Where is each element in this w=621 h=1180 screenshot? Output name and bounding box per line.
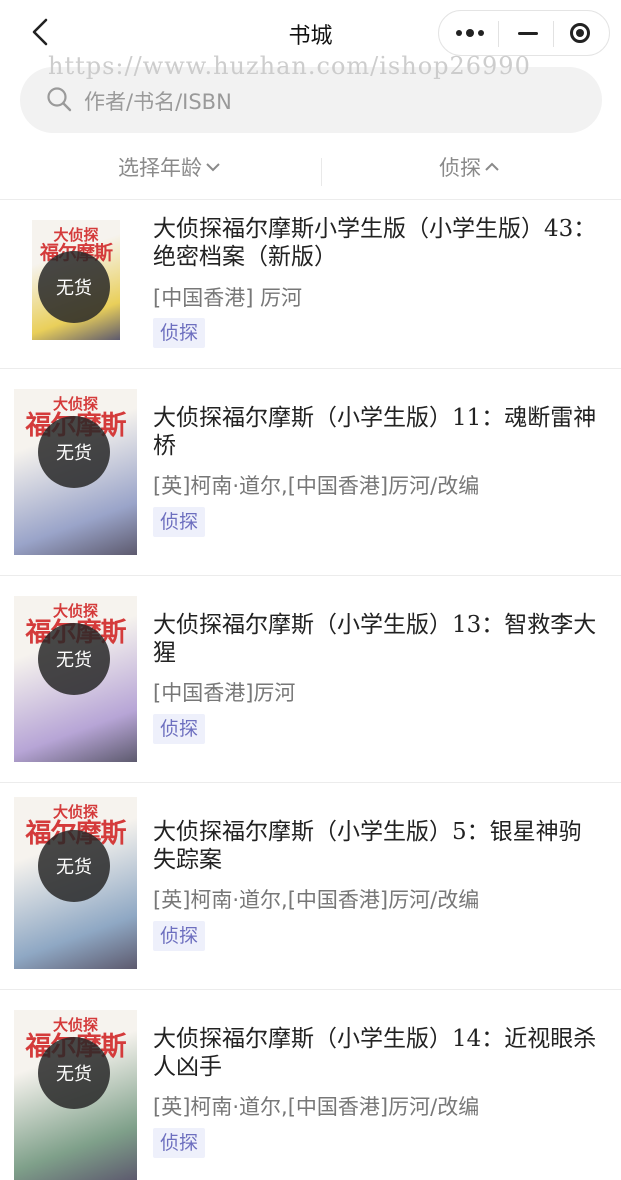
category-tag: 侦探 bbox=[153, 714, 206, 744]
book-author: [中国香港] 厉河 bbox=[153, 286, 303, 310]
book-author: [英]柯南·道尔,[中国香港]厉河/改编 bbox=[153, 1095, 480, 1119]
category-tag: 侦探 bbox=[153, 507, 206, 537]
book-title: 大侦探福尔摩斯（小学生版）13：智救李大猩 bbox=[153, 612, 597, 666]
more-button[interactable] bbox=[441, 11, 499, 55]
book-item[interactable]: 大侦探 福尔摩斯 无货 大侦探福尔摩斯（小学生版）11：魂断雷神桥 [英]柯南·… bbox=[0, 369, 621, 576]
out-of-stock-badge: 无货 bbox=[38, 251, 110, 323]
close-button[interactable] bbox=[551, 11, 609, 55]
minimize-button[interactable] bbox=[499, 11, 557, 55]
chevron-down-icon bbox=[206, 163, 220, 172]
nav-bar: 书城 bbox=[0, 0, 621, 66]
category-filter-dropdown[interactable]: 侦探 bbox=[439, 152, 501, 182]
filter-bar: 选择年龄 侦探 bbox=[0, 140, 621, 200]
book-author: [英]柯南·道尔,[中国香港]厉河/改编 bbox=[153, 474, 480, 498]
mini-program-capsule bbox=[438, 10, 610, 56]
target-close-icon bbox=[570, 23, 590, 43]
book-item[interactable]: 大侦探 福尔摩斯 无货 大侦探福尔摩斯（小学生版）14：近视眼杀人凶手 [英]柯… bbox=[0, 990, 621, 1180]
book-item[interactable]: 大侦探 福尔摩斯 无货 大侦探福尔摩斯小学生版（小学生版）43：绝密档案（新版）… bbox=[0, 200, 621, 369]
out-of-stock-badge: 无货 bbox=[38, 416, 110, 488]
category-tag: 侦探 bbox=[153, 1128, 206, 1158]
minus-icon bbox=[518, 31, 538, 35]
book-title: 大侦探福尔摩斯（小学生版）5：银星神驹失踪案 bbox=[153, 819, 582, 873]
book-item[interactable]: 大侦探 福尔摩斯 无货 大侦探福尔摩斯（小学生版）5：银星神驹失踪案 [英]柯南… bbox=[0, 783, 621, 990]
category-tag: 侦探 bbox=[153, 318, 206, 348]
book-title: 大侦探福尔摩斯（小学生版）11：魂断雷神桥 bbox=[153, 405, 597, 459]
more-dots-icon bbox=[456, 29, 484, 37]
book-author: [中国香港]厉河 bbox=[153, 681, 296, 705]
search-input[interactable]: 作者/书名/ISBN bbox=[20, 67, 602, 133]
chevron-up-icon bbox=[485, 162, 499, 171]
out-of-stock-badge: 无货 bbox=[38, 623, 110, 695]
category-filter-label: 侦探 bbox=[439, 156, 481, 180]
out-of-stock-badge: 无货 bbox=[38, 830, 110, 902]
category-tag: 侦探 bbox=[153, 921, 206, 951]
age-filter-label: 选择年龄 bbox=[118, 156, 202, 180]
age-filter-dropdown[interactable]: 选择年龄 bbox=[118, 152, 222, 182]
out-of-stock-badge: 无货 bbox=[38, 1037, 110, 1109]
filter-divider bbox=[321, 158, 322, 186]
book-item[interactable]: 大侦探 福尔摩斯 无货 大侦探福尔摩斯（小学生版）13：智救李大猩 [中国香港]… bbox=[0, 576, 621, 783]
search-placeholder: 作者/书名/ISBN bbox=[84, 90, 232, 114]
book-title: 大侦探福尔摩斯（小学生版）14：近视眼杀人凶手 bbox=[153, 1026, 597, 1080]
book-title: 大侦探福尔摩斯小学生版（小学生版）43：绝密档案（新版） bbox=[153, 216, 597, 270]
book-author: [英]柯南·道尔,[中国香港]厉河/改编 bbox=[153, 888, 480, 912]
search-icon bbox=[47, 87, 72, 112]
